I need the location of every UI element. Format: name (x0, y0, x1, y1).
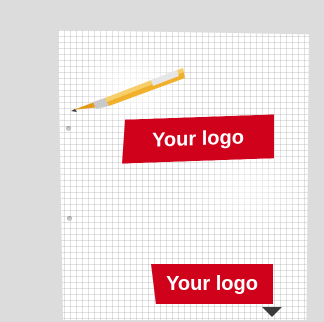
product-stage: Your logo Your logo (0, 0, 324, 322)
logo-label-bottom: Your logo (151, 264, 273, 304)
pen-icon (71, 68, 185, 112)
punch-hole (67, 216, 72, 221)
logo-label-top: Your logo (122, 114, 274, 163)
chevron-down-icon[interactable] (260, 306, 284, 318)
punch-hole (66, 126, 71, 131)
